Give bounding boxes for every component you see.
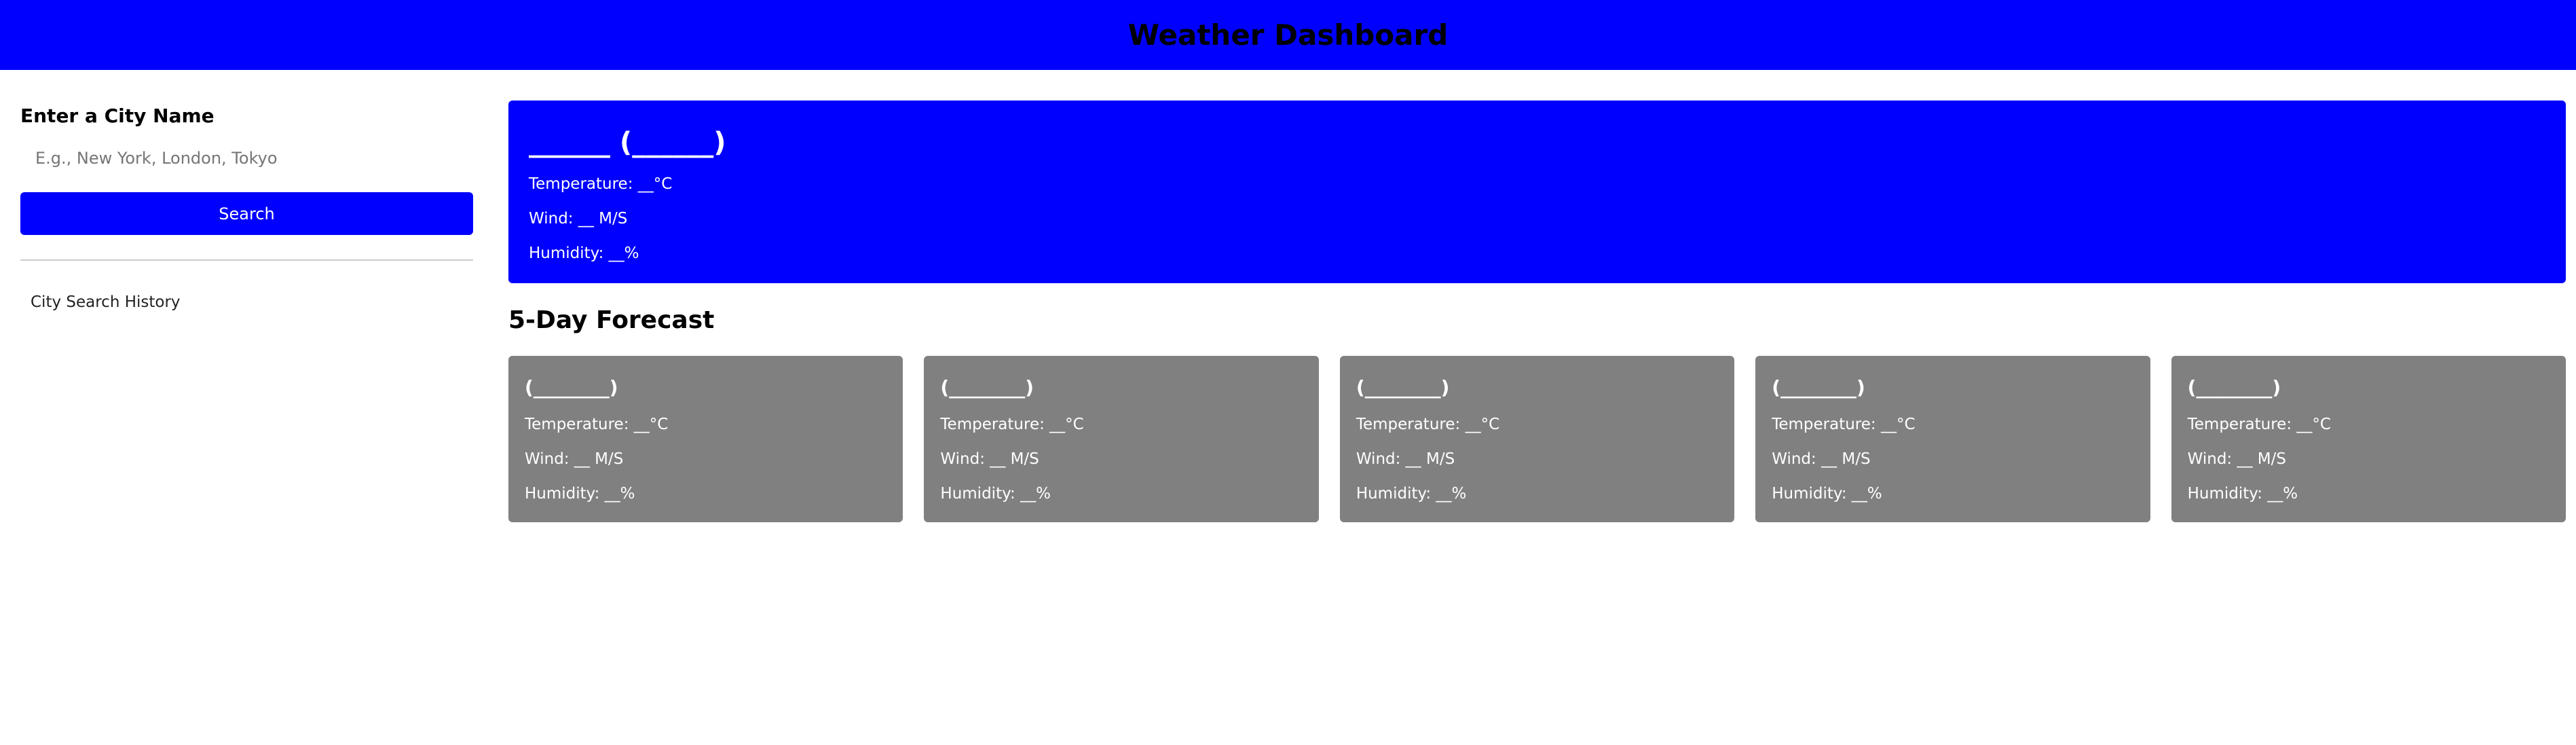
sidebar-divider (20, 259, 473, 261)
search-sidebar: Enter a City Name Search City Search His… (20, 103, 473, 311)
forecast-temperature: Temperature: __°C (525, 416, 669, 433)
forecast-list: (________) Temperature: __°C Wind: __ M/… (508, 356, 2566, 522)
forecast-date: (________) (1356, 376, 1450, 399)
forecast-card: (________) Temperature: __°C Wind: __ M/… (508, 356, 903, 522)
forecast-humidity: Humidity: __% (525, 485, 635, 503)
forecast-card: (________) Temperature: __°C Wind: __ M/… (1755, 356, 2150, 522)
forecast-temperature: Temperature: __°C (1356, 416, 1500, 433)
forecast-card: (________) Temperature: __°C Wind: __ M/… (924, 356, 1319, 522)
main-layout: Enter a City Name Search City Search His… (0, 70, 2576, 745)
forecast-heading: 5-Day Forecast (508, 306, 715, 334)
current-temperature: Temperature: __°C (529, 175, 673, 193)
current-wind: Wind: __ M/S (529, 210, 628, 228)
weather-main: ______ (______) Temperature: __°C Wind: … (508, 101, 2566, 522)
forecast-date: (________) (525, 376, 618, 399)
forecast-wind: Wind: __ M/S (2187, 450, 2286, 468)
forecast-date: (________) (940, 376, 1034, 399)
forecast-temperature: Temperature: __°C (940, 416, 1084, 433)
forecast-card: (________) Temperature: __°C Wind: __ M/… (2171, 356, 2566, 522)
forecast-wind: Wind: __ M/S (940, 450, 1039, 468)
forecast-date: (________) (2187, 376, 2281, 399)
current-humidity: Humidity: __% (529, 244, 639, 262)
city-input-heading: Enter a City Name (20, 105, 214, 127)
forecast-card: (________) Temperature: __°C Wind: __ M/… (1339, 356, 1735, 522)
forecast-wind: Wind: __ M/S (1772, 450, 1871, 468)
city-search-input[interactable] (20, 143, 473, 173)
current-city-title: ______ (______) (529, 127, 726, 158)
forecast-humidity: Humidity: __% (940, 485, 1051, 503)
forecast-date: (________) (1772, 376, 1865, 399)
page-title: Weather Dashboard (1127, 18, 1449, 52)
forecast-temperature: Temperature: __°C (2187, 416, 2331, 433)
current-weather-card: ______ (______) Temperature: __°C Wind: … (508, 101, 2566, 283)
forecast-humidity: Humidity: __% (2187, 485, 2298, 503)
app-header: Weather Dashboard (0, 0, 2576, 70)
forecast-wind: Wind: __ M/S (525, 450, 624, 468)
forecast-temperature: Temperature: __°C (1772, 416, 1916, 433)
forecast-wind: Wind: __ M/S (1356, 450, 1455, 468)
forecast-humidity: Humidity: __% (1356, 485, 1467, 503)
search-history-label: City Search History (31, 293, 181, 311)
forecast-humidity: Humidity: __% (1772, 485, 1882, 503)
search-button[interactable]: Search (20, 192, 473, 235)
